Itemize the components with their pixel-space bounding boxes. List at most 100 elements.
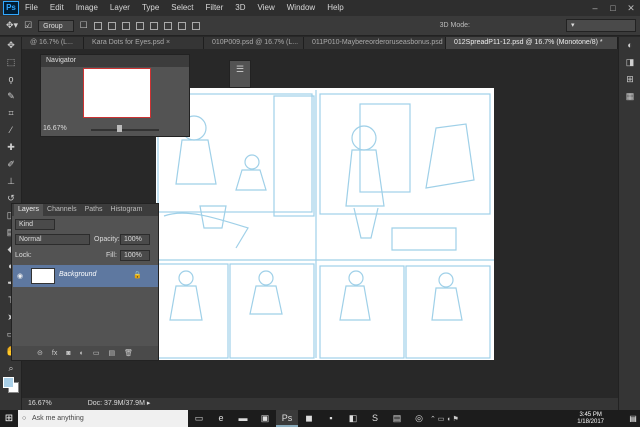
align-right-icon[interactable]: [163, 21, 172, 30]
taskbar-search-input[interactable]: ○ Ask me anything: [18, 410, 188, 427]
distribute-horizontal-icon[interactable]: [191, 21, 200, 30]
sketch-artwork: [156, 90, 494, 359]
notifications-icon[interactable]: ▤: [626, 414, 640, 423]
windows-taskbar: ⊞ ○ Ask me anything ▭ e ▬ ▣ Ps ◼ ▪ ◧ S ▤…: [0, 410, 640, 427]
layer-name[interactable]: Background: [59, 271, 96, 278]
layer-filter-kind[interactable]: Kind: [15, 219, 55, 230]
blend-mode-select[interactable]: Normal: [15, 234, 90, 245]
menu-file[interactable]: File: [19, 0, 44, 16]
menu-select[interactable]: Select: [165, 0, 199, 16]
align-left-icon[interactable]: [135, 21, 144, 30]
photoshop-taskbar-icon[interactable]: Ps: [276, 410, 298, 427]
status-zoom[interactable]: 16.67%: [28, 400, 52, 407]
link-layers-icon[interactable]: ⊝: [37, 349, 43, 357]
tab-layers[interactable]: Layers: [14, 204, 44, 216]
menu-image[interactable]: Image: [70, 0, 104, 16]
menu-help[interactable]: Help: [321, 0, 349, 16]
tab-label: @ 16.7% (L...: [30, 39, 73, 46]
adjustment-layer-icon[interactable]: ◐: [80, 350, 84, 357]
eyedropper-tool-icon[interactable]: ⁄: [0, 122, 22, 139]
quick-select-tool-icon[interactable]: ✎: [0, 88, 22, 105]
navigator-preview[interactable]: [83, 68, 151, 118]
auto-select-dropdown[interactable]: Group: [38, 19, 74, 32]
styles-panel-icon[interactable]: ▦: [619, 88, 640, 105]
sliders-icon[interactable]: ☰: [230, 61, 250, 78]
app-icon[interactable]: ▤: [386, 410, 408, 427]
menu-edit[interactable]: Edit: [44, 0, 70, 16]
floating-tool-popup[interactable]: ☰: [229, 60, 251, 88]
marquee-tool-icon[interactable]: ⬚: [0, 54, 22, 71]
tab-doc-active[interactable]: 012SpreadP11-12.psd @ 16.7% (Monotone/8)…: [446, 37, 618, 49]
edge-browser-icon[interactable]: e: [210, 410, 232, 427]
delete-layer-icon[interactable]: 🗑: [124, 349, 133, 357]
align-bottom-icon[interactable]: [121, 21, 130, 30]
properties-panel-icon[interactable]: ⊞: [619, 71, 640, 88]
layer-style-icon[interactable]: fx: [52, 350, 57, 357]
brush-tool-icon[interactable]: ✐: [0, 156, 22, 173]
tab-histogram[interactable]: Histogram: [107, 204, 147, 216]
opacity-input[interactable]: 100%: [120, 234, 150, 245]
adjustments-panel-icon[interactable]: ◨: [619, 54, 640, 71]
tab-paths[interactable]: Paths: [81, 204, 107, 216]
maximize-button[interactable]: □: [604, 0, 622, 16]
new-layer-icon[interactable]: ▤: [108, 349, 115, 357]
navigator-zoom-knob[interactable]: [117, 125, 122, 132]
move-tool-icon[interactable]: ✥: [0, 37, 22, 54]
document-canvas[interactable]: [156, 88, 494, 360]
zoom-tool-icon[interactable]: ⌕: [0, 360, 22, 377]
menu-layer[interactable]: Layer: [104, 0, 136, 16]
menu-3d[interactable]: 3D: [229, 0, 251, 16]
file-explorer-icon[interactable]: ▬: [232, 410, 254, 427]
align-top-icon[interactable]: [93, 21, 102, 30]
system-tray-icons[interactable]: ⌃ ▭ ◖ ⚑: [430, 415, 459, 423]
foreground-color-swatch[interactable]: [3, 377, 14, 388]
menu-type[interactable]: Type: [136, 0, 165, 16]
app-icon[interactable]: ▪: [320, 410, 342, 427]
visibility-eye-icon[interactable]: ◉: [17, 272, 23, 280]
chrome-icon[interactable]: ◎: [408, 410, 430, 427]
tab-doc-2[interactable]: Kara Dots for Eyes.psd ×: [84, 37, 204, 49]
align-center-icon[interactable]: [149, 21, 158, 30]
task-view-icon[interactable]: ▭: [188, 410, 210, 427]
tab-channels[interactable]: Channels: [43, 204, 81, 216]
menu-window[interactable]: Window: [281, 0, 321, 16]
status-arrow-icon[interactable]: ▸: [147, 400, 151, 407]
tab-doc-4[interactable]: 011P010-Maybereorderoruseasbonus.psd: [304, 37, 446, 49]
color-panel-icon[interactable]: ◐: [619, 37, 640, 54]
healing-tool-icon[interactable]: ✚: [0, 139, 22, 156]
app-icon[interactable]: ◧: [342, 410, 364, 427]
move-tool-icon[interactable]: ✥▾: [6, 20, 18, 31]
transform-controls-checkbox[interactable]: ☐: [80, 20, 88, 31]
status-doc-size[interactable]: Doc: 37.9M/37.9M: [88, 400, 145, 407]
layer-row-background[interactable]: ◉ Background 🔒: [13, 265, 158, 287]
layer-thumbnail: [31, 268, 55, 284]
workspace-dropdown[interactable]: ▾: [566, 19, 636, 32]
fill-value: 100%: [124, 252, 142, 259]
align-middle-icon[interactable]: [107, 21, 116, 30]
stamp-tool-icon[interactable]: ⊥: [0, 173, 22, 190]
color-swatches[interactable]: [3, 377, 19, 393]
tab-close-icon[interactable]: ×: [166, 39, 170, 46]
clock-date: 1/18/2017: [577, 418, 604, 425]
skype-icon[interactable]: S: [364, 410, 386, 427]
windows-start-icon[interactable]: ⊞: [0, 410, 18, 427]
app-icon[interactable]: ◼: [298, 410, 320, 427]
navigator-header[interactable]: Navigator: [41, 55, 189, 67]
navigator-zoom-slider[interactable]: [91, 129, 159, 131]
tab-doc-3[interactable]: 010P009.psd @ 16.7% (L...: [204, 37, 304, 49]
navigator-zoom-value[interactable]: 16.67%: [43, 125, 67, 132]
lasso-tool-icon[interactable]: ϙ: [0, 71, 22, 88]
tab-doc-1[interactable]: @ 16.7% (L...: [22, 37, 84, 49]
menu-view[interactable]: View: [252, 0, 281, 16]
crop-tool-icon[interactable]: ⌗: [0, 105, 22, 122]
close-button[interactable]: ✕: [622, 0, 640, 16]
new-group-icon[interactable]: ▭: [93, 349, 100, 357]
auto-select-checkbox[interactable]: ☑: [24, 20, 32, 31]
minimize-button[interactable]: –: [586, 0, 604, 16]
fill-input[interactable]: 100%: [120, 250, 150, 261]
taskbar-clock[interactable]: 3:45 PM 1/18/2017: [577, 412, 604, 426]
store-icon[interactable]: ▣: [254, 410, 276, 427]
menu-filter[interactable]: Filter: [200, 0, 230, 16]
layer-mask-icon[interactable]: ◙: [66, 350, 70, 357]
distribute-icon[interactable]: [177, 21, 186, 30]
